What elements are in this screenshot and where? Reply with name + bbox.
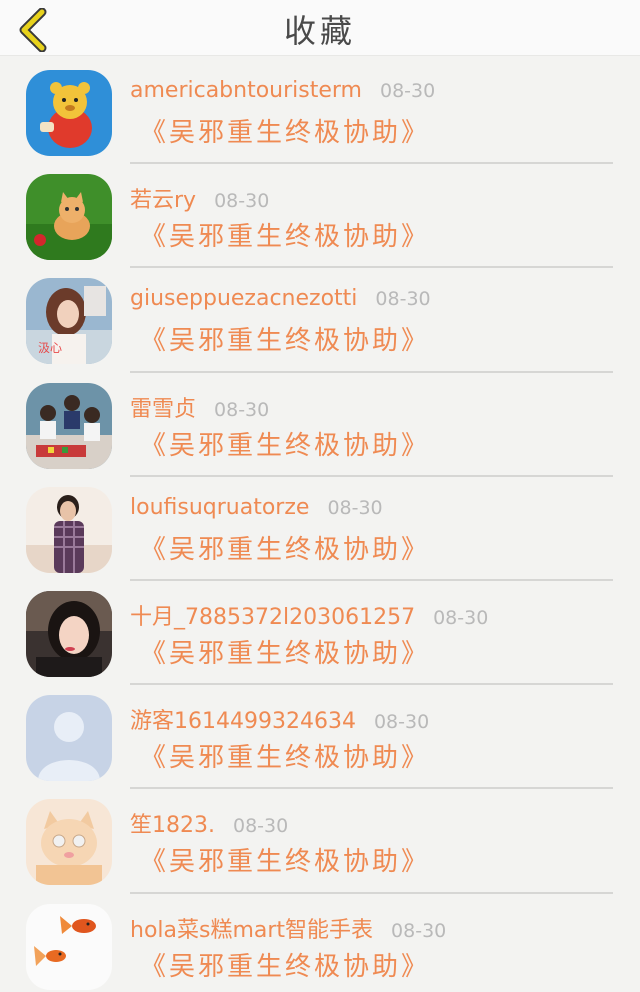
avatar[interactable] (26, 486, 112, 573)
favorite-title[interactable]: 《吴邪重生终极协助》 (140, 841, 430, 878)
favorite-title[interactable]: 《吴邪重生终极协助》 (140, 425, 430, 462)
timestamp: 08-30 (375, 288, 431, 311)
favorite-title[interactable]: 《吴邪重生终极协助》 (140, 320, 430, 357)
favorite-title[interactable]: 《吴邪重生终极协助》 (140, 216, 430, 253)
timestamp: 08-30 (232, 815, 289, 838)
avatar[interactable] (26, 799, 112, 886)
cartoon-bear-avatar-icon (26, 70, 112, 156)
favorite-title[interactable]: 《吴邪重生终极协助》 (140, 633, 430, 670)
svg-text:汲心: 汲心 (38, 341, 62, 355)
list-item[interactable]: hola菜s糕mart智能手表 08-30 《吴邪重生终极协助》 (0, 894, 640, 992)
user-name[interactable]: 笙1823. (130, 807, 215, 839)
favorite-title[interactable]: 《吴邪重生终极协助》 (140, 737, 430, 774)
timestamp: 08-30 (214, 398, 270, 421)
timestamp: 08-30 (380, 80, 436, 102)
avatar[interactable] (26, 903, 112, 990)
favorites-list: americabntouristerm 08-30 《吴邪重生终极协助》 若云r… (0, 60, 640, 992)
user-name[interactable]: 若云ry (130, 182, 196, 214)
list-item[interactable]: 若云ry 08-30 《吴邪重生终极协助》 (0, 164, 640, 269)
user-name[interactable]: giuseppuezacnezotti (130, 286, 357, 311)
favorite-title[interactable]: 《吴邪重生终极协助》 (140, 529, 430, 566)
default-user-avatar-icon (26, 695, 112, 782)
favorite-title[interactable]: 《吴邪重生终极协助》 (140, 946, 430, 983)
avatar[interactable] (26, 590, 112, 677)
user-name[interactable]: americabntouristerm (130, 78, 362, 103)
user-name[interactable]: loufisuqruatorze (130, 495, 309, 520)
page-title: 收藏 (283, 12, 356, 50)
list-item[interactable]: 十月_7885372l203061257 08-30 《吴邪重生终极协助》 (0, 581, 640, 686)
user-name[interactable]: 雷雪贞 (130, 391, 196, 423)
woman-selfie-avatar-icon (26, 590, 112, 677)
timestamp: 08-30 (391, 919, 447, 942)
list-item[interactable]: 游客1614499324634 08-30 《吴邪重生终极协助》 (0, 685, 640, 790)
user-name[interactable]: 十月_7885372l203061257 (130, 599, 415, 631)
kitten-avatar-icon (26, 174, 112, 261)
timestamp: 08-30 (327, 496, 383, 519)
list-item[interactable]: 汲心 giuseppuezacnezotti 08-30 《吴邪重生终极协助》 (0, 268, 640, 373)
list-item[interactable]: loufisuqruatorze 08-30 《吴邪重生终极协助》 (0, 477, 640, 581)
timestamp: 08-30 (433, 606, 489, 629)
avatar[interactable] (26, 174, 112, 261)
top-bar: 收藏 (0, 0, 640, 56)
list-item[interactable]: 雷雪贞 08-30 《吴邪重生终极协助》 (0, 373, 640, 477)
user-name[interactable]: 游客1614499324634 (130, 703, 356, 735)
girl-photo-avatar-icon: 汲心 (26, 278, 112, 365)
timestamp: 08-30 (373, 711, 430, 734)
avatar[interactable] (26, 382, 112, 469)
user-name[interactable]: hola菜s糕mart智能手表 (130, 912, 373, 944)
avatar[interactable]: 汲心 (26, 278, 112, 365)
list-item[interactable]: 笙1823. 08-30 《吴邪重生终极协助》 (0, 789, 640, 894)
goldfish-avatar-icon (26, 903, 112, 990)
timestamp: 08-30 (214, 190, 270, 213)
list-item[interactable]: americabntouristerm 08-30 《吴邪重生终极协助》 (0, 60, 640, 165)
cartoon-cat-avatar-icon (26, 799, 112, 886)
man-photo-avatar-icon (26, 486, 112, 573)
group-photo-avatar-icon (26, 382, 112, 469)
avatar[interactable] (26, 695, 112, 782)
favorite-title[interactable]: 《吴邪重生终极协助》 (140, 112, 430, 149)
avatar[interactable] (26, 70, 112, 156)
